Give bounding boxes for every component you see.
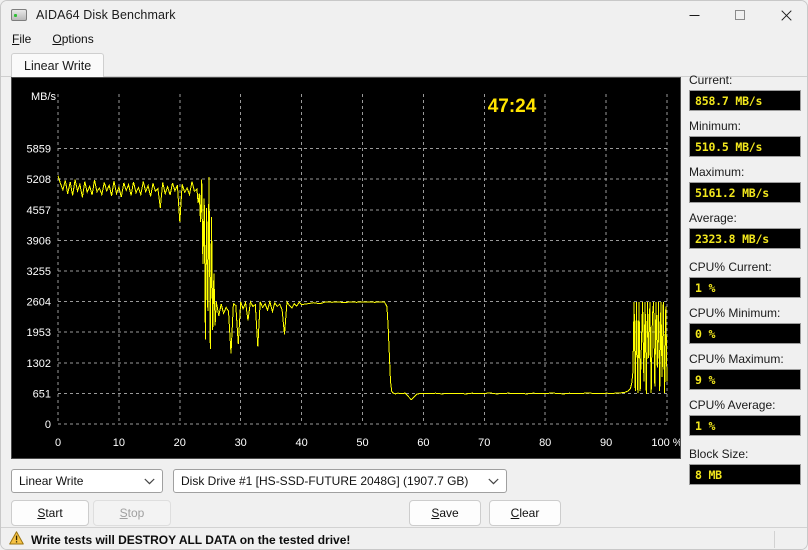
warning-message: Write tests will DESTROY ALL DATA on the… bbox=[31, 532, 351, 547]
stat-value: 5161.2 MB/s bbox=[689, 182, 801, 203]
status-bar: Write tests will DESTROY ALL DATA on the… bbox=[1, 527, 807, 549]
x-tick-label: 0 bbox=[55, 437, 61, 449]
stop-rest: top bbox=[127, 506, 145, 520]
start-rest: tart bbox=[45, 506, 63, 520]
drive-select[interactable]: Disk Drive #1 [HS-SSD-FUTURE 2048G] (190… bbox=[173, 469, 507, 493]
x-tick-label: 60 bbox=[417, 437, 429, 449]
y-tick-label: 1302 bbox=[27, 358, 51, 370]
y-tick-label: 1953 bbox=[27, 327, 51, 339]
y-tick-label: 2604 bbox=[27, 297, 51, 309]
x-tick-label: 70 bbox=[478, 437, 490, 449]
stat-label: Maximum: bbox=[689, 165, 745, 179]
clear-button[interactable]: Clear bbox=[489, 500, 561, 526]
x-tick-label: 10 bbox=[113, 437, 125, 449]
stat-label: Average: bbox=[689, 211, 737, 225]
statistics-panel: Current: 858.7 MB/s Minimum: 510.5 MB/s Maxi… bbox=[689, 73, 801, 493]
menu-options-rest: ptions bbox=[61, 32, 94, 46]
menu-item-file[interactable]: File bbox=[10, 31, 33, 47]
title-bar: AIDA64 Disk Benchmark bbox=[1, 1, 807, 29]
x-tick-label: 20 bbox=[174, 437, 186, 449]
menu-bar: File Options bbox=[1, 29, 807, 49]
tab-label: Linear Write bbox=[24, 58, 92, 73]
stat-label: Block Size: bbox=[689, 447, 749, 461]
elapsed-timer: 47:24 bbox=[488, 96, 537, 117]
chart-y-axis-label: MB/s bbox=[31, 91, 57, 103]
tab-strip: Linear Write bbox=[1, 51, 807, 78]
stat-value: 1 % bbox=[689, 415, 801, 436]
warning-triangle-icon bbox=[9, 531, 24, 548]
chevron-down-icon bbox=[144, 470, 155, 492]
y-tick-label: 3255 bbox=[27, 266, 51, 278]
close-icon[interactable] bbox=[763, 1, 807, 29]
stat-value: 8 MB bbox=[689, 464, 801, 485]
test-type-select[interactable]: Linear Write bbox=[11, 469, 163, 493]
y-tick-label: 4557 bbox=[27, 205, 51, 217]
window-controls bbox=[671, 1, 807, 29]
status-separator bbox=[774, 531, 775, 548]
start-button[interactable]: Start bbox=[11, 500, 89, 526]
stat-value: 2323.8 MB/s bbox=[689, 228, 801, 249]
window-title: AIDA64 Disk Benchmark bbox=[36, 8, 176, 22]
stat-label: CPU% Current: bbox=[689, 260, 772, 274]
stat-block: CPU% Maximum: 9 % bbox=[689, 352, 801, 390]
chart-canvas: 0 651 1302 1953 2604 3255 3906 4557 5208 5859 0 10… bbox=[12, 78, 680, 458]
stat-value: 1 % bbox=[689, 277, 801, 298]
stat-block: Average: 2323.8 MB/s bbox=[689, 211, 801, 249]
stat-label: Minimum: bbox=[689, 119, 742, 133]
y-tick-label: 651 bbox=[33, 388, 51, 400]
menu-file-rest: ile bbox=[19, 32, 32, 46]
x-tick-label: 80 bbox=[539, 437, 551, 449]
clear-rest: lear bbox=[519, 506, 540, 520]
chevron-down-icon bbox=[488, 470, 499, 492]
chart-background bbox=[12, 78, 680, 458]
x-tick-label: 90 bbox=[600, 437, 612, 449]
stat-block: Current: 858.7 MB/s bbox=[689, 73, 801, 111]
disk-benchmark-window: AIDA64 Disk Benchmark File Options Linea… bbox=[0, 0, 808, 550]
stat-value: 858.7 MB/s bbox=[689, 90, 801, 111]
drive-value: Disk Drive #1 [HS-SSD-FUTURE 2048G] (190… bbox=[181, 474, 469, 488]
y-tick-label: 3906 bbox=[27, 235, 51, 247]
stat-label: Current: bbox=[689, 73, 733, 87]
stat-block: Maximum: 5161.2 MB/s bbox=[689, 165, 801, 203]
stop-accel: S bbox=[119, 506, 128, 520]
stat-value: 0 % bbox=[689, 323, 801, 344]
x-tick-label: 100 % bbox=[651, 437, 680, 449]
y-tick-label: 5208 bbox=[27, 174, 51, 186]
stat-block: CPU% Minimum: 0 % bbox=[689, 306, 801, 344]
menu-options-accel: O bbox=[52, 32, 62, 46]
stat-value: 9 % bbox=[689, 369, 801, 390]
stat-block: CPU% Current: 1 % bbox=[689, 260, 801, 298]
benchmark-chart: 0 651 1302 1953 2604 3255 3906 4557 5208 5859 0 10… bbox=[11, 77, 681, 459]
maximize-icon[interactable] bbox=[717, 1, 763, 29]
y-tick-label: 5859 bbox=[27, 144, 51, 156]
x-tick-label: 40 bbox=[295, 437, 307, 449]
stat-block: Minimum: 510.5 MB/s bbox=[689, 119, 801, 157]
x-tick-label: 30 bbox=[235, 437, 247, 449]
stat-block: Block Size: 8 MB bbox=[689, 447, 801, 485]
test-type-value: Linear Write bbox=[19, 474, 84, 488]
stop-button: Stop bbox=[93, 500, 171, 526]
minimize-icon[interactable] bbox=[671, 1, 717, 29]
stat-block: CPU% Average: 1 % bbox=[689, 398, 801, 436]
disk-drive-icon bbox=[11, 9, 27, 21]
stat-label: CPU% Average: bbox=[689, 398, 776, 412]
stat-label: CPU% Maximum: bbox=[689, 352, 784, 366]
stat-value: 510.5 MB/s bbox=[689, 136, 801, 157]
tab-linear-write[interactable]: Linear Write bbox=[11, 53, 105, 78]
save-rest: ave bbox=[439, 506, 459, 520]
save-button[interactable]: Save bbox=[409, 500, 481, 526]
x-tick-label: 50 bbox=[356, 437, 368, 449]
menu-item-options[interactable]: Options bbox=[50, 31, 95, 47]
y-tick-label: 0 bbox=[45, 419, 51, 431]
stat-label: CPU% Minimum: bbox=[689, 306, 781, 320]
